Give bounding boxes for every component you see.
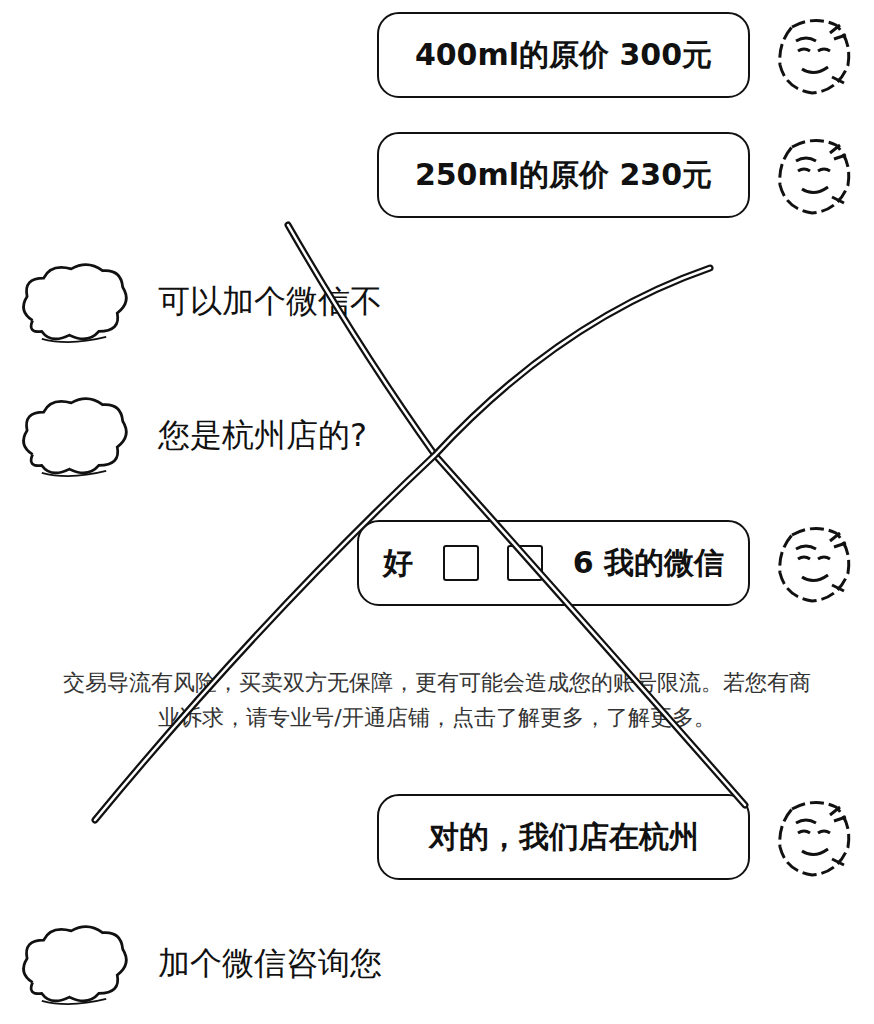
seller-avatar-icon[interactable] [772,133,856,217]
system-notice: 交易导流有风险，买卖双方无保障，更有可能会造成您的账号限流。若您有商业诉求，请专… [0,640,874,760]
message-text: 好 [383,543,413,584]
message-text: 对的，我们店在杭州 [429,817,699,858]
message-text: 250ml的原价 230元 [415,155,712,196]
message-bubble[interactable]: 好 6 我的微信 [357,520,750,606]
message-row: 好 6 我的微信 [0,520,874,606]
message-list: 400ml的原价 300元 250ml的原价 230元 可以加个微信不 您是杭州… [0,0,874,1014]
message-text: 您是杭州店的? [158,414,367,458]
buyer-avatar-icon[interactable] [14,256,134,348]
message-bubble[interactable]: 400ml的原价 300元 [377,12,750,98]
message-text: 加个微信咨询您 [158,942,382,986]
message-text: 6 我的微信 [573,543,724,584]
buyer-avatar-icon[interactable] [14,390,134,482]
message-row: 加个微信咨询您 [0,914,874,1014]
message-row: 对的，我们店在杭州 [0,794,874,880]
seller-avatar-icon[interactable] [772,521,856,605]
seller-avatar-icon[interactable] [772,13,856,97]
buyer-avatar-icon[interactable] [14,918,134,1010]
message-row: 250ml的原价 230元 [0,132,874,218]
message-row: 可以加个微信不 [0,252,874,352]
cross-out-mark-icon [0,0,874,1024]
message-bubble[interactable]: 对的，我们店在杭州 [377,794,750,880]
seller-avatar-icon[interactable] [772,795,856,879]
notice-text: 交易导流有风险，买卖双方无保障，更有可能会造成您的账号限流。若您有商业诉求，请专… [60,665,814,735]
message-bubble[interactable]: 250ml的原价 230元 [377,132,750,218]
message-row: 400ml的原价 300元 [0,12,874,98]
redaction-box [507,545,543,581]
message-row: 您是杭州店的? [0,386,874,486]
chat-screen: 400ml的原价 300元 250ml的原价 230元 可以加个微信不 您是杭州… [0,0,874,1024]
message-text: 可以加个微信不 [158,280,382,324]
redaction-box [443,545,479,581]
message-text: 400ml的原价 300元 [415,35,712,76]
redacted-marks [443,545,543,581]
